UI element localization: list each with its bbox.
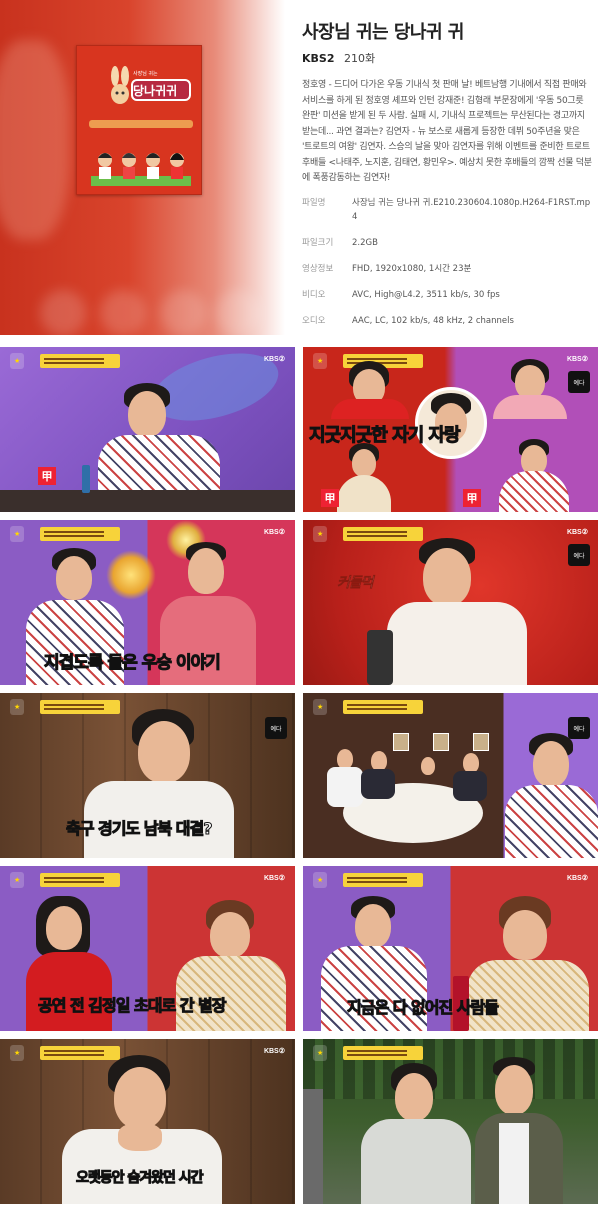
file-info-key: 영상정보: [302, 264, 334, 274]
file-info-table: 파일명 사장님 귀는 당나귀 귀.E210.230604.1080p.H264-…: [302, 196, 592, 340]
file-info-row: 파일명 사장님 귀는 당나귀 귀.E210.230604.1080p.H264-…: [302, 196, 592, 224]
kbs-watermark: KBS②: [263, 1048, 285, 1055]
file-info-value: 사장님 귀는 당나귀 귀.E210.230604.1080p.H264-F1RS…: [352, 198, 591, 222]
ticker-banner: [40, 700, 120, 714]
show-logo: ★: [10, 1045, 25, 1061]
show-logo: ★: [313, 1045, 328, 1061]
ticker-banner: [343, 873, 423, 887]
screenshot-5[interactable]: ★ 예다 축구 경기도 남북 대결?: [0, 693, 295, 858]
channel-emblem: 예다: [568, 544, 590, 566]
ticker-banner: [40, 354, 120, 368]
channel-emblem: 예다: [568, 717, 590, 739]
file-info-key: 오디오: [302, 316, 326, 326]
show-logo: ★: [10, 699, 25, 715]
show-logo: ★: [313, 699, 328, 715]
subtitle-caption: 지긋지긋한 자기 자랑: [309, 425, 462, 447]
kbs-watermark: KBS②: [263, 875, 285, 882]
ticker-banner: [343, 700, 423, 714]
file-info-value: FHD, 1920x1080, 1시간 23분: [352, 264, 472, 274]
file-info-row: 영상정보 FHD, 1920x1080, 1시간 23분: [302, 262, 592, 276]
show-logo: ★: [10, 526, 25, 542]
channel-label: KBS2: [302, 52, 335, 65]
ticker-banner: [40, 873, 120, 887]
file-info-row: 오디오 AAC, LC, 102 kb/s, 48 kHz, 2 channel…: [302, 314, 592, 328]
poster-tagline: [89, 120, 193, 128]
program-meta: KBS2 210화: [302, 50, 375, 66]
poster-banner: 사장님 귀는: [133, 71, 158, 77]
file-info-key: 파일크기: [302, 238, 334, 248]
gap-badge: 甲: [321, 489, 339, 507]
screenshot-8[interactable]: ★ KBS② 지금은 다 없어진 사람들: [303, 866, 598, 1031]
donkey-mascot-icon: [111, 66, 129, 104]
kbs-watermark: KBS②: [263, 356, 285, 363]
subtitle-caption: 축구 경기도 남북 대결?: [65, 819, 212, 839]
program-poster[interactable]: 당나귀귀 사장님 귀는: [76, 45, 202, 195]
screenshot-9[interactable]: ★ KBS② 오랫동안 숨겨왔던 시간: [0, 1039, 295, 1204]
cast-illustration: [91, 153, 191, 186]
show-logo: ★: [313, 353, 328, 369]
program-title: 사장님 귀는 당나귀 귀: [302, 22, 464, 43]
subtitle-caption: 지겹도록 들은 우승 이야기: [44, 653, 222, 674]
kbs-watermark: KBS②: [566, 875, 588, 882]
screenshot-3[interactable]: ★ KBS② 지겹도록 들은 우승 이야기: [0, 520, 295, 685]
poster-logo-text: 당나귀귀: [133, 84, 178, 98]
file-info-value: AVC, High@L4.2, 3511 kb/s, 30 fps: [352, 290, 500, 300]
ticker-banner: [343, 1046, 423, 1060]
file-info-value: 2.2GB: [352, 238, 378, 248]
screenshot-4[interactable]: ★ KBS② 예다 커들먹: [303, 520, 598, 685]
ticker-banner: [40, 1046, 120, 1060]
subtitle-caption: 지금은 다 없어진 사람들: [347, 998, 500, 1018]
ticker-banner: [40, 527, 120, 541]
gap-badge: 甲: [38, 467, 56, 485]
screenshot-2[interactable]: ★ KBS② 지긋지긋한 자기 자랑 甲 甲 예다: [303, 347, 598, 512]
kbs-watermark: KBS②: [566, 529, 588, 536]
screenshot-7[interactable]: ★ KBS② 공연 전 김정일 초대로 간 별장: [0, 866, 295, 1031]
file-info-key: 비디오: [302, 290, 326, 300]
kbs-watermark: KBS②: [263, 529, 285, 536]
subtitle-caption: 커들먹: [337, 575, 374, 592]
ticker-banner: [343, 527, 423, 541]
file-info-value: AAC, LC, 102 kb/s, 48 kHz, 2 channels: [352, 316, 514, 326]
kbs-watermark: KBS②: [566, 356, 588, 363]
gap-badge: 甲: [463, 489, 481, 507]
show-logo: ★: [313, 872, 328, 888]
screenshot-6[interactable]: ★ 예다: [303, 693, 598, 858]
show-logo: ★: [313, 526, 328, 542]
file-info-key: 파일명: [302, 198, 326, 208]
episode-label: 210화: [343, 52, 376, 65]
subtitle-caption: 오랫동안 숨겨왔던 시간: [76, 1170, 205, 1187]
program-description: 정호영 - 드디어 다가온 우동 기내식 첫 판매 날! 베트남행 기내에서 직…: [302, 80, 592, 183]
show-logo: ★: [10, 872, 25, 888]
screenshot-1[interactable]: ★ KBS② 甲: [0, 347, 295, 512]
channel-emblem: 예다: [568, 371, 590, 393]
file-info-row: 파일크기 2.2GB: [302, 236, 592, 250]
subtitle-caption: 공연 전 김정일 초대로 간 별장: [38, 996, 227, 1016]
channel-emblem: 예다: [265, 717, 287, 739]
screenshot-10[interactable]: ★: [303, 1039, 598, 1204]
program-header: 당나귀귀 사장님 귀는 사장님 귀는 당나귀 귀 KBS2 210화 정호영 -…: [0, 0, 600, 335]
file-info-row: 비디오 AVC, High@L4.2, 3511 kb/s, 30 fps: [302, 288, 592, 302]
show-logo: ★: [10, 353, 25, 369]
